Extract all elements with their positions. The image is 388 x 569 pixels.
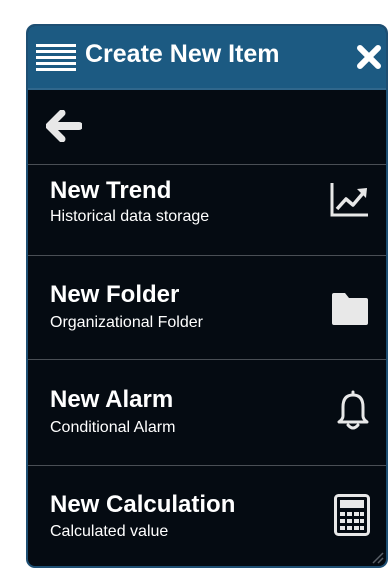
panel-header: Create New Item [28,26,386,90]
hamburger-menu-icon[interactable] [36,44,76,71]
menu-item-new-trend[interactable]: New Trend Historical data storage [28,164,386,256]
item-title: New Alarm [50,386,174,413]
back-button[interactable] [28,88,386,165]
arrow-left-icon [46,110,82,142]
item-subtitle: Conditional Alarm [50,419,176,436]
close-icon[interactable] [356,44,382,70]
panel-title: Create New Item [85,40,280,68]
item-subtitle: Organizational Folder [50,314,203,331]
bell-icon [337,390,369,430]
folder-icon [332,293,368,325]
menu-item-new-calculation[interactable]: New Calculation Calculated value [28,466,386,566]
calculator-icon [334,494,370,536]
menu-item-new-folder[interactable]: New Folder Organizational Folder [28,256,386,360]
trend-chart-icon [330,183,368,217]
item-title: New Folder [50,281,180,308]
item-title: New Calculation [50,491,236,518]
item-subtitle: Historical data storage [50,208,210,225]
menu-item-new-alarm[interactable]: New Alarm Conditional Alarm [28,360,386,466]
item-title: New Trend [50,177,172,204]
item-subtitle: Calculated value [50,523,169,540]
create-new-item-panel: Create New Item New Trend Historical dat… [26,24,388,568]
resize-grip-icon[interactable] [370,550,384,564]
